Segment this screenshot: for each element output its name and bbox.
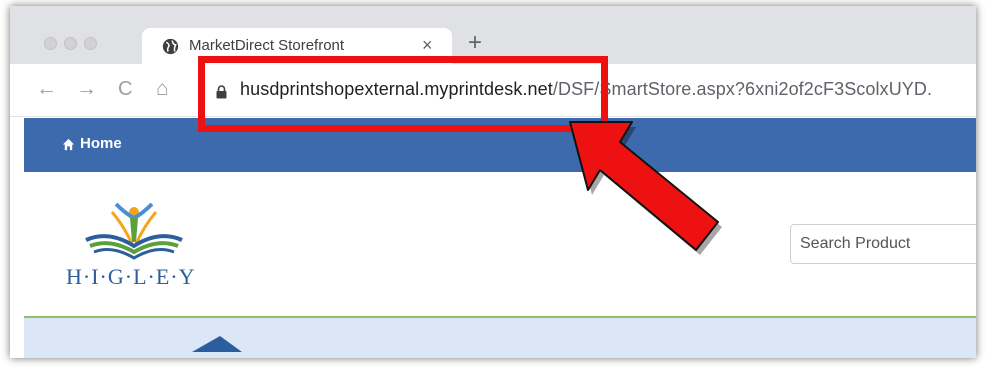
banner-shape bbox=[192, 336, 242, 352]
back-icon[interactable]: ← bbox=[36, 78, 57, 100]
url-path: /DSF/SmartStore.aspx?6xni2of2cF3ScolxUYD… bbox=[552, 79, 933, 99]
hero-banner bbox=[24, 316, 976, 358]
plus-icon[interactable]: + bbox=[468, 31, 482, 55]
forward-icon[interactable]: → bbox=[76, 78, 97, 100]
close-window-button[interactable] bbox=[44, 37, 57, 50]
logo-wordmark: H·I·G·L·E·Y bbox=[66, 264, 196, 289]
arrow-annotation bbox=[569, 121, 722, 255]
maximize-window-button[interactable] bbox=[84, 37, 97, 50]
search-placeholder: Search Product bbox=[800, 235, 911, 252]
home-icon bbox=[62, 138, 75, 151]
home-button-icon[interactable]: ⌂ bbox=[156, 78, 169, 100]
nav-home-link[interactable]: Home bbox=[80, 135, 122, 152]
globe-icon bbox=[162, 38, 179, 55]
reload-icon[interactable]: C bbox=[118, 78, 132, 100]
search-input[interactable]: Search Product bbox=[790, 224, 976, 264]
minimize-window-button[interactable] bbox=[64, 37, 77, 50]
browser-window: MarketDirect Storefront × + ← → C ⌂ husd… bbox=[10, 6, 976, 358]
tab-title: MarketDirect Storefront bbox=[189, 37, 345, 54]
close-icon[interactable]: × bbox=[422, 35, 433, 56]
